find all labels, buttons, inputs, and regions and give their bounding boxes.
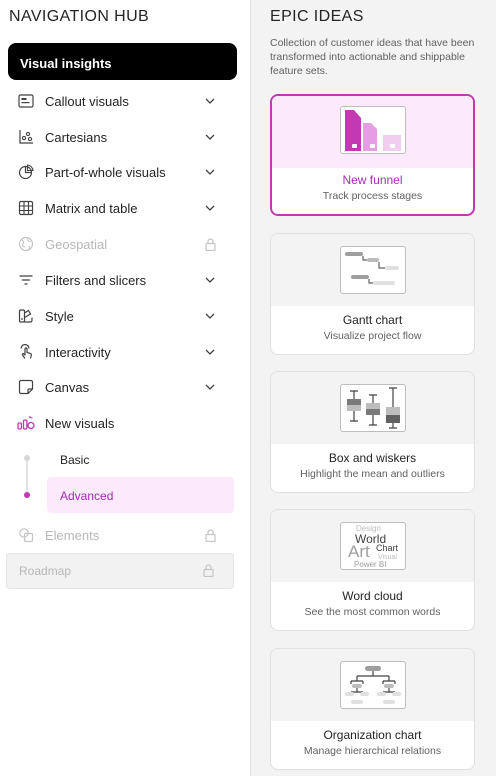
chevron-down-icon[interactable] <box>203 345 217 359</box>
sub-item-advanced[interactable]: Advanced <box>47 477 234 513</box>
word-cloud-word: Chart <box>376 543 399 553</box>
org-chart-thumbnail <box>340 661 406 709</box>
cartesian-icon <box>17 128 35 146</box>
card-preview <box>271 372 474 444</box>
chevron-down-icon[interactable] <box>203 165 217 179</box>
card-subtitle: Visualize project flow <box>323 330 422 342</box>
card-title: Organization chart <box>323 728 422 742</box>
globe-icon <box>17 235 35 253</box>
card-box-and-wiskers[interactable]: Box and wiskers Highlight the mean and o… <box>270 371 475 493</box>
callout-icon <box>17 92 35 110</box>
nav-item-filters-and-slicers[interactable]: Filters and slicers <box>8 264 237 296</box>
card-preview <box>272 96 473 168</box>
subtree-line <box>26 458 28 496</box>
nav-item-matrix-and-table[interactable]: Matrix and table <box>8 192 237 224</box>
card-subtitle: See the most common words <box>304 606 441 618</box>
pie-icon <box>17 163 35 181</box>
nav-item-label: New visuals <box>45 415 115 431</box>
funnel-thumbnail <box>340 106 406 154</box>
navigation-hub: NAVIGATION HUB Visual insights Callout v… <box>0 0 251 776</box>
card-preview <box>271 649 474 721</box>
card-preview <box>271 234 474 306</box>
nav-item-roadmap: Roadmap <box>6 553 234 589</box>
elements-icon <box>17 526 35 544</box>
nav-title: NAVIGATION HUB <box>9 8 150 25</box>
nav-item-visual-insights[interactable]: Visual insights <box>8 43 237 80</box>
nav-item-label: Part-of-whole visuals <box>45 164 166 180</box>
nav-item-part-of-whole-visuals[interactable]: Part-of-whole visuals <box>8 156 237 188</box>
card-subtitle: Manage hierarchical relations <box>303 745 442 757</box>
card-new-funnel[interactable]: New funnel Track process stages <box>270 94 475 216</box>
lock-icon <box>203 528 217 542</box>
nav-item-label: Callout visuals <box>45 93 129 109</box>
card-title: Word cloud <box>342 589 403 603</box>
subtree-dot-active <box>24 492 30 498</box>
card-word-cloud[interactable]: Design World Chart Art Visual Power BI W… <box>270 509 475 631</box>
box-plot-thumbnail <box>340 384 406 432</box>
card-title: Box and wiskers <box>328 451 417 465</box>
card-gantt-chart[interactable]: Gantt chart Visualize project flow <box>270 233 475 355</box>
subtree-dot <box>24 455 30 461</box>
chevron-down-icon[interactable] <box>203 201 217 215</box>
word-cloud-word: Art <box>348 542 370 561</box>
nav-item-label: Geospatial <box>45 236 108 252</box>
nav-item-label: Elements <box>45 527 100 543</box>
chevron-down-icon[interactable] <box>203 273 217 287</box>
nav-item-canvas[interactable]: Canvas <box>8 371 237 403</box>
nav-item-callout-visuals[interactable]: Callout visuals <box>8 85 237 117</box>
new-visuals-icon <box>17 414 35 432</box>
style-icon <box>17 307 35 325</box>
nav-item-label: Style <box>45 308 74 324</box>
chevron-down-icon[interactable] <box>203 309 217 323</box>
roadmap-label: Roadmap <box>19 564 72 578</box>
filter-icon <box>17 271 35 289</box>
nav-item-label: Cartesians <box>45 129 108 145</box>
nav-item-style[interactable]: Style <box>8 300 237 332</box>
word-cloud-word: Power BI <box>354 560 387 569</box>
chevron-down-icon[interactable] <box>203 380 217 394</box>
panel-description: Collection of customer ideas that have b… <box>270 37 475 77</box>
word-cloud-thumbnail: Design World Chart Art Visual Power BI <box>340 522 406 570</box>
nav-item-geospatial: Geospatial <box>8 228 237 260</box>
gantt-thumbnail <box>340 246 406 294</box>
epic-ideas-panel: EPIC IDEAS Collection of customer ideas … <box>252 0 496 776</box>
card-subtitle: Track process stages <box>322 190 423 202</box>
card-preview: Design World Chart Art Visual Power BI <box>271 510 474 582</box>
nav-item-elements: Elements <box>8 519 237 551</box>
nav-item-label: Canvas <box>45 379 90 395</box>
card-title: Gantt chart <box>342 313 403 327</box>
panel-title: EPIC IDEAS <box>270 8 364 25</box>
card-title: New funnel <box>342 173 403 187</box>
nav-item-cartesians[interactable]: Cartesians <box>8 121 237 153</box>
interactivity-icon <box>17 343 35 361</box>
lock-icon <box>203 564 217 578</box>
lock-icon <box>203 237 217 251</box>
sub-item-basic[interactable]: Basic <box>47 441 234 477</box>
chevron-down-icon[interactable] <box>203 94 217 108</box>
nav-item-interactivity[interactable]: Interactivity <box>8 336 237 368</box>
nav-item-label: Filters and slicers <box>45 272 147 288</box>
nav-item-label: Interactivity <box>45 344 111 360</box>
chevron-down-icon[interactable] <box>203 130 217 144</box>
table-icon <box>17 199 35 217</box>
nav-item-new-visuals[interactable]: New visuals <box>8 407 237 439</box>
nav-item-label: Matrix and table <box>45 200 138 216</box>
card-subtitle: Highlight the mean and outliers <box>300 468 445 480</box>
canvas-icon <box>17 378 35 396</box>
card-organization-chart[interactable]: Organization chart Manage hierarchical r… <box>270 648 475 770</box>
